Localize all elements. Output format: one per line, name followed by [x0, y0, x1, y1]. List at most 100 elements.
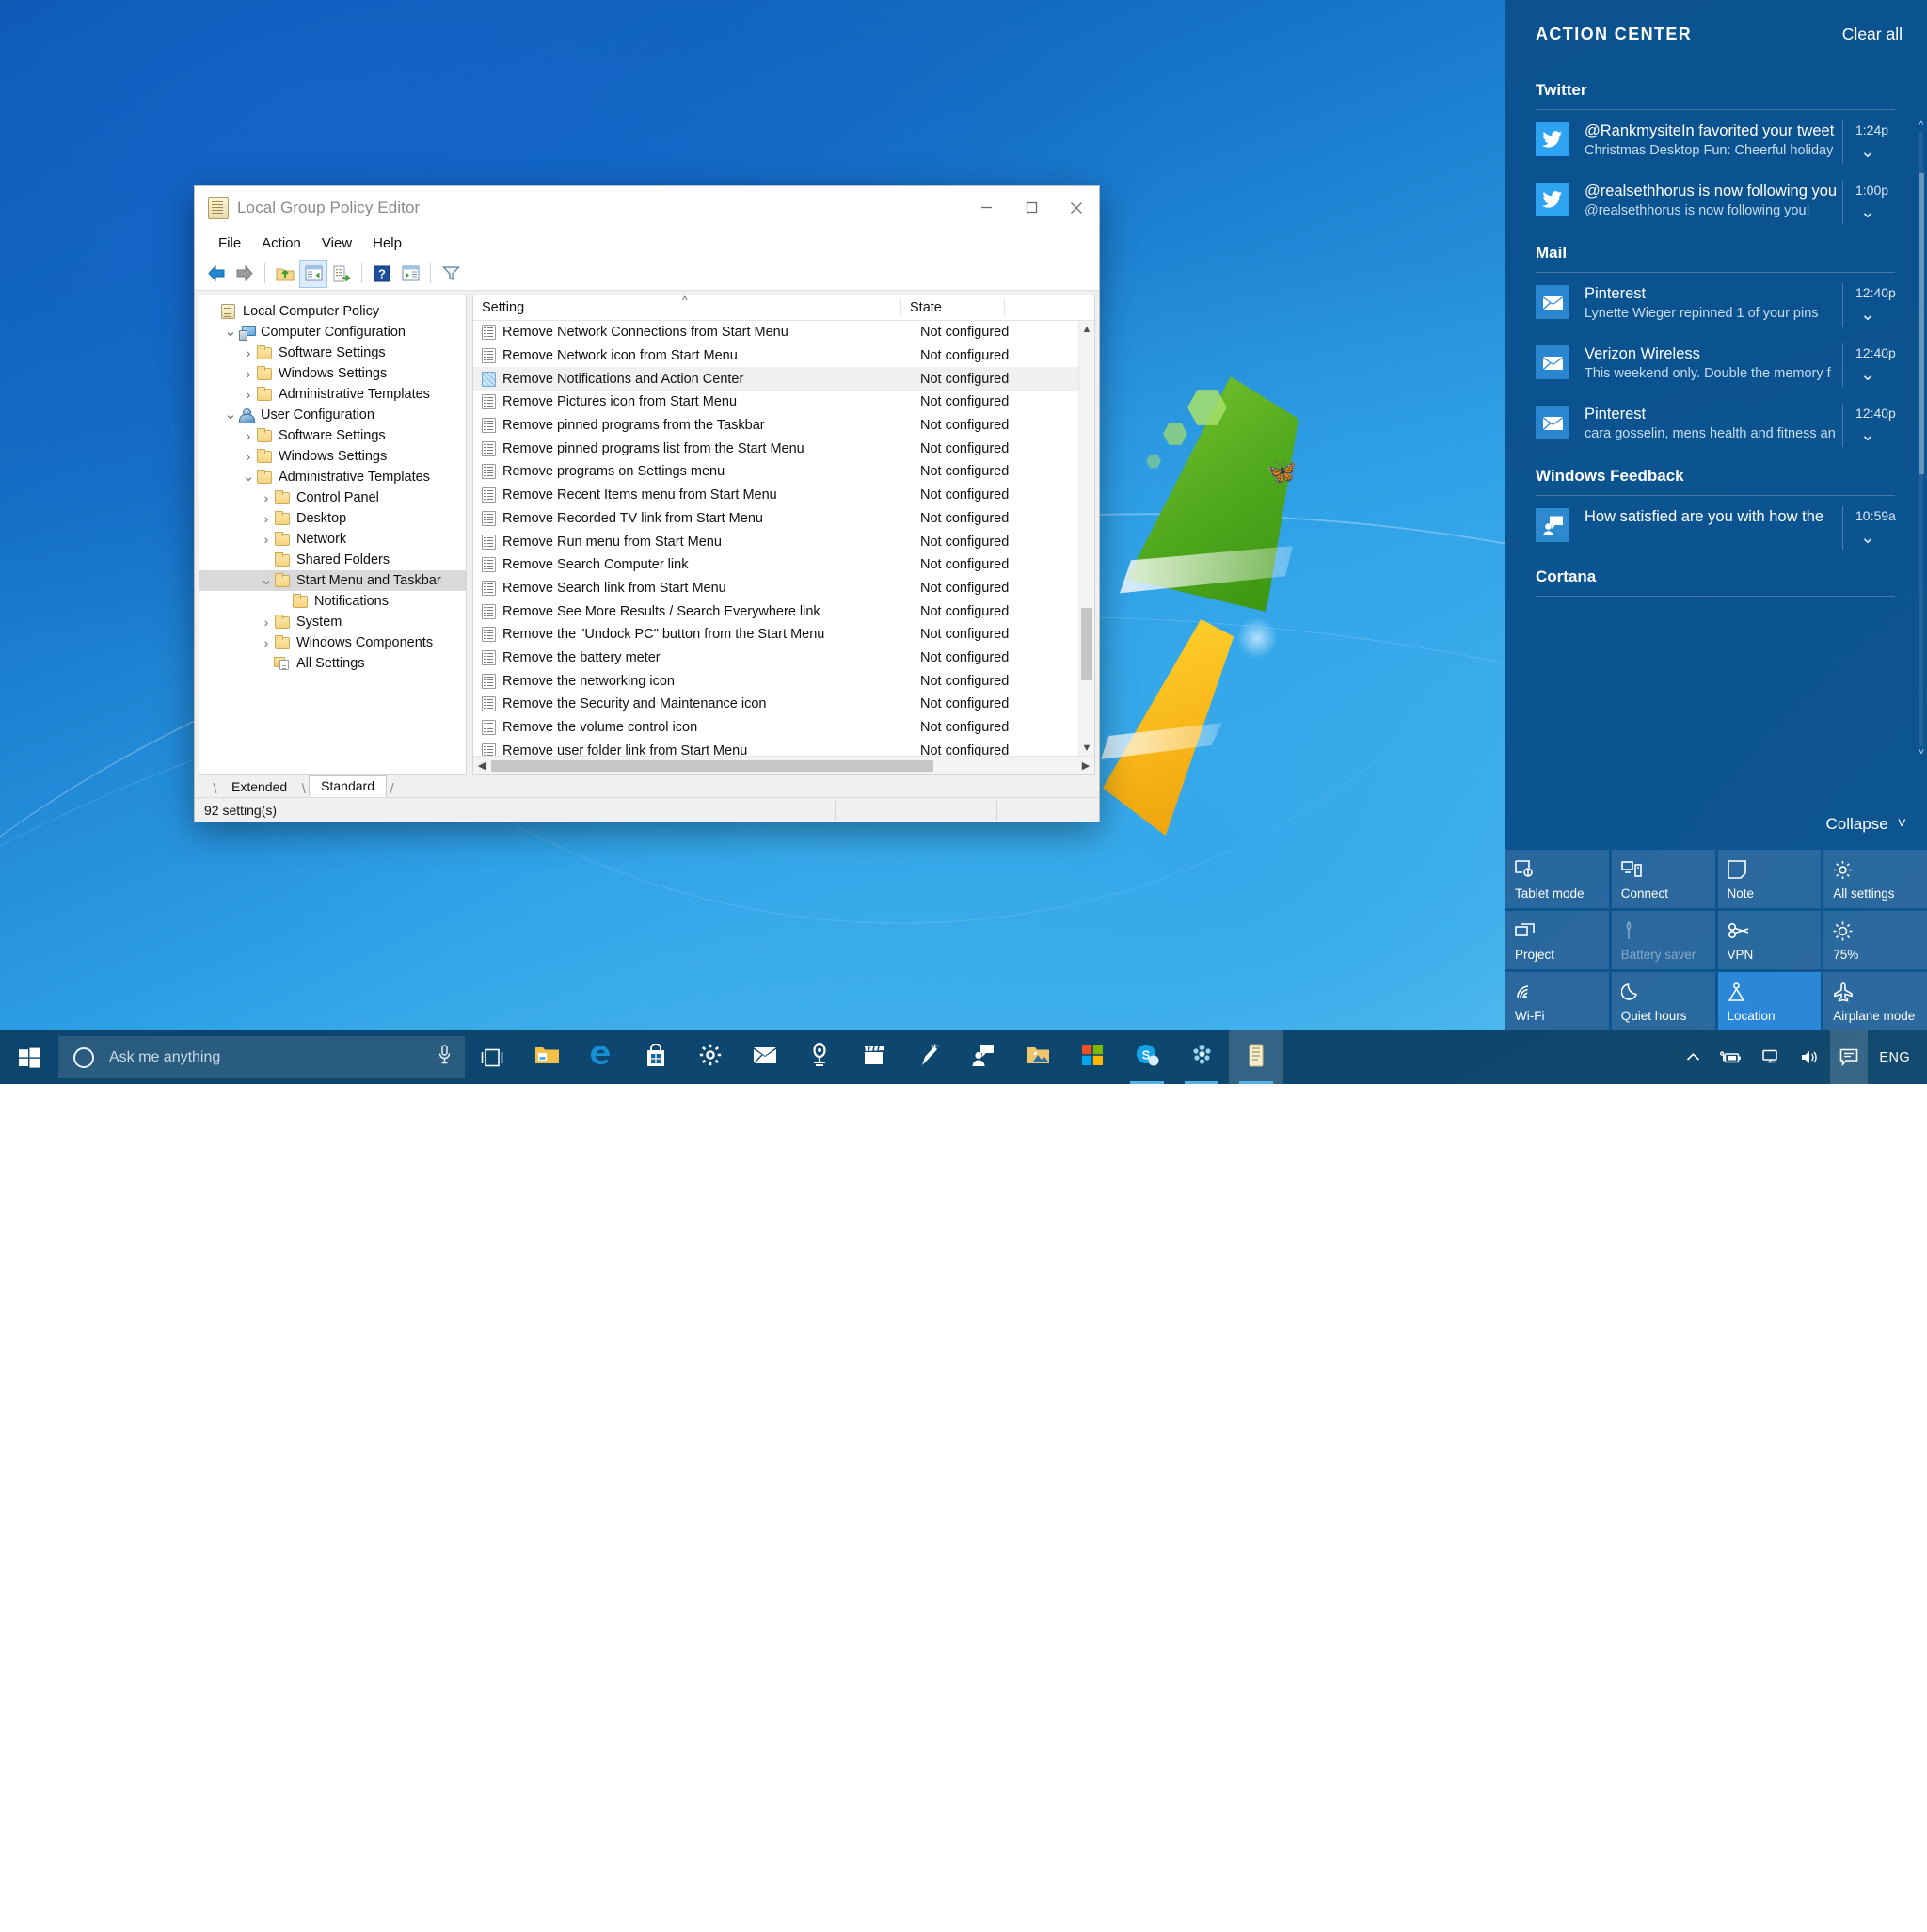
- tree-item-administrative-templates[interactable]: ›Administrative Templates: [199, 384, 466, 405]
- table-row[interactable]: Remove the Security and Maintenance icon…: [473, 693, 1078, 716]
- chevron-down-icon[interactable]: ⌄: [1855, 149, 1880, 156]
- toolbar[interactable]: ?: [195, 257, 1099, 291]
- list-horizontal-scrollbar[interactable]: ◀ ▶: [473, 756, 1094, 774]
- table-row[interactable]: Remove Search link from Start MenuNot co…: [473, 577, 1078, 600]
- list-vertical-scrollbar[interactable]: ▲ ▼: [1078, 321, 1094, 756]
- taskbar-app-microsoft-edge[interactable]: [574, 1030, 629, 1084]
- hscroll-track[interactable]: [490, 759, 1077, 773]
- scroll-up-arrow-icon[interactable]: ▲: [1079, 321, 1094, 337]
- task-view-button[interactable]: [465, 1030, 519, 1084]
- table-row[interactable]: Remove Recent Items menu from Start Menu…: [473, 484, 1078, 507]
- tree-item-desktop[interactable]: ›Desktop: [199, 508, 466, 529]
- tree-item-start-menu-and-taskbar[interactable]: ⌄Start Menu and Taskbar: [199, 570, 466, 591]
- menu-view[interactable]: View: [311, 232, 362, 255]
- table-row[interactable]: Remove the "Undock PC" button from the S…: [473, 623, 1078, 647]
- list-column-headers[interactable]: Setting ^ State: [473, 295, 1094, 321]
- tab-extended[interactable]: Extended: [220, 777, 298, 797]
- tree-item-user-configuration[interactable]: ⌄User Configuration: [199, 405, 466, 425]
- quick-action-location[interactable]: Location: [1718, 972, 1822, 1030]
- forward-button[interactable]: [231, 260, 259, 288]
- chevron-right-icon[interactable]: ›: [259, 529, 274, 550]
- taskbar-app-feedback-hub[interactable]: [956, 1030, 1011, 1084]
- notifications-scroll-area[interactable]: Twitter@RankmysiteIn favorited your twee…: [1505, 68, 1927, 799]
- taskbar-app-file-explorer[interactable]: [519, 1030, 574, 1084]
- network-icon[interactable]: [1751, 1030, 1791, 1084]
- taskbar-app-movies-and-tv[interactable]: [847, 1030, 901, 1084]
- table-row[interactable]: Remove the networking iconNot configured: [473, 669, 1078, 693]
- quick-action-airplane-mode[interactable]: Airplane mode: [1823, 972, 1927, 1030]
- taskbar[interactable]: Ask me anything S: [0, 1030, 1927, 1084]
- tree-item-software-settings[interactable]: ›Software Settings: [199, 343, 466, 363]
- maximize-button[interactable]: [1009, 186, 1054, 229]
- chevron-down-icon[interactable]: ⌄: [1855, 535, 1880, 542]
- quick-action-75[interactable]: 75%: [1823, 911, 1927, 969]
- scroll-right-arrow-icon[interactable]: ▶: [1077, 759, 1094, 772]
- back-button[interactable]: [202, 260, 231, 288]
- settings-list-pane[interactable]: Setting ^ State Remove Network Connectio…: [472, 295, 1095, 775]
- menu-bar[interactable]: File Action View Help: [195, 229, 1099, 257]
- notification-item[interactable]: How satisfied are you with how the10:59a…: [1505, 496, 1916, 554]
- minimize-button[interactable]: [964, 186, 1009, 229]
- taskbar-app-office[interactable]: [1065, 1030, 1120, 1084]
- export-list-button[interactable]: [327, 260, 356, 288]
- start-button[interactable]: [0, 1030, 58, 1084]
- table-row[interactable]: Remove Recorded TV link from Start MenuN…: [473, 507, 1078, 531]
- tree-item-administrative-templates[interactable]: ⌄Administrative Templates: [199, 467, 466, 487]
- chevron-right-icon[interactable]: ›: [259, 487, 274, 508]
- taskbar-app-sketch[interactable]: [901, 1030, 956, 1084]
- scroll-up-arrow-icon[interactable]: ^: [1918, 120, 1925, 131]
- quick-action-all-settings[interactable]: All settings: [1823, 850, 1927, 908]
- table-row[interactable]: Remove Search Computer linkNot configure…: [473, 553, 1078, 577]
- taskbar-app-store[interactable]: [629, 1030, 683, 1084]
- table-row[interactable]: Remove Network Connections from Start Me…: [473, 321, 1078, 344]
- quick-action-connect[interactable]: Connect: [1612, 850, 1715, 908]
- scrollbar-thumb[interactable]: [1081, 608, 1092, 680]
- column-header-state[interactable]: State: [901, 295, 1005, 320]
- taskbar-app-mail[interactable]: [738, 1030, 792, 1084]
- taskbar-app-documents-folder[interactable]: [1011, 1030, 1065, 1084]
- chevron-down-icon[interactable]: ⌄: [241, 467, 256, 487]
- action-center-button[interactable]: [1830, 1030, 1868, 1084]
- chevron-right-icon[interactable]: ›: [241, 343, 256, 363]
- speaker-icon[interactable]: [1791, 1030, 1830, 1084]
- clear-all-button[interactable]: Clear all: [1842, 24, 1903, 44]
- up-one-level-button[interactable]: [271, 260, 299, 288]
- table-row[interactable]: Remove Run menu from Start MenuNot confi…: [473, 530, 1078, 553]
- show-hide-action-pane-button[interactable]: [396, 260, 424, 288]
- tab-standard[interactable]: Standard: [309, 775, 387, 797]
- chevron-right-icon[interactable]: ›: [241, 425, 256, 446]
- chevron-down-icon[interactable]: ⌄: [1855, 372, 1880, 379]
- scrollbar-thumb[interactable]: [1919, 173, 1924, 474]
- table-row[interactable]: Remove programs on Settings menuNot conf…: [473, 460, 1078, 484]
- tree-item-notifications[interactable]: ›Notifications: [199, 591, 466, 612]
- scroll-left-arrow-icon[interactable]: ◀: [473, 759, 490, 772]
- filter-button[interactable]: [437, 260, 465, 288]
- battery-plug-icon[interactable]: [1710, 1030, 1751, 1084]
- microphone-icon[interactable]: [438, 1045, 452, 1070]
- column-header-setting[interactable]: Setting ^: [473, 295, 901, 320]
- tree-item-all-settings[interactable]: ›All Settings: [199, 653, 466, 674]
- notification-item[interactable]: Pinterestcara gosselin, mens health and …: [1505, 393, 1916, 454]
- menu-help[interactable]: Help: [362, 232, 412, 255]
- action-center-scrollbar[interactable]: ^ ˅: [1918, 120, 1925, 758]
- chevron-right-icon[interactable]: ›: [241, 384, 256, 405]
- notification-item[interactable]: Verizon WirelessThis weekend only. Doubl…: [1505, 333, 1916, 393]
- tree-item-software-settings[interactable]: ›Software Settings: [199, 425, 466, 446]
- quick-action-quiet-hours[interactable]: Quiet hours: [1612, 972, 1715, 1030]
- table-row[interactable]: Remove the battery meterNot configured: [473, 647, 1078, 670]
- show-hide-console-tree-button[interactable]: [299, 260, 327, 288]
- search-input[interactable]: Ask me anything: [58, 1036, 465, 1078]
- notification-item[interactable]: @RankmysiteIn favorited your tweetChrist…: [1505, 110, 1916, 170]
- notification-item[interactable]: PinterestLynette Wieger repinned 1 of yo…: [1505, 273, 1916, 333]
- quick-action-tablet-mode[interactable]: Tablet mode: [1505, 850, 1609, 908]
- chevron-right-icon[interactable]: ›: [259, 632, 274, 653]
- taskbar-app-group-policy-editor[interactable]: [1229, 1030, 1283, 1084]
- chevron-right-icon[interactable]: ›: [241, 363, 256, 384]
- list-rows[interactable]: Remove Network Connections from Start Me…: [473, 321, 1078, 756]
- menu-file[interactable]: File: [208, 232, 251, 255]
- table-row[interactable]: Remove pinned programs list from the Sta…: [473, 437, 1078, 460]
- chevron-down-icon[interactable]: ⌄: [223, 322, 238, 343]
- taskbar-app-settings[interactable]: [683, 1030, 738, 1084]
- view-tabs[interactable]: \ Extended \ Standard /: [195, 775, 1099, 797]
- table-row[interactable]: Remove Pictures icon from Start MenuNot …: [473, 391, 1078, 414]
